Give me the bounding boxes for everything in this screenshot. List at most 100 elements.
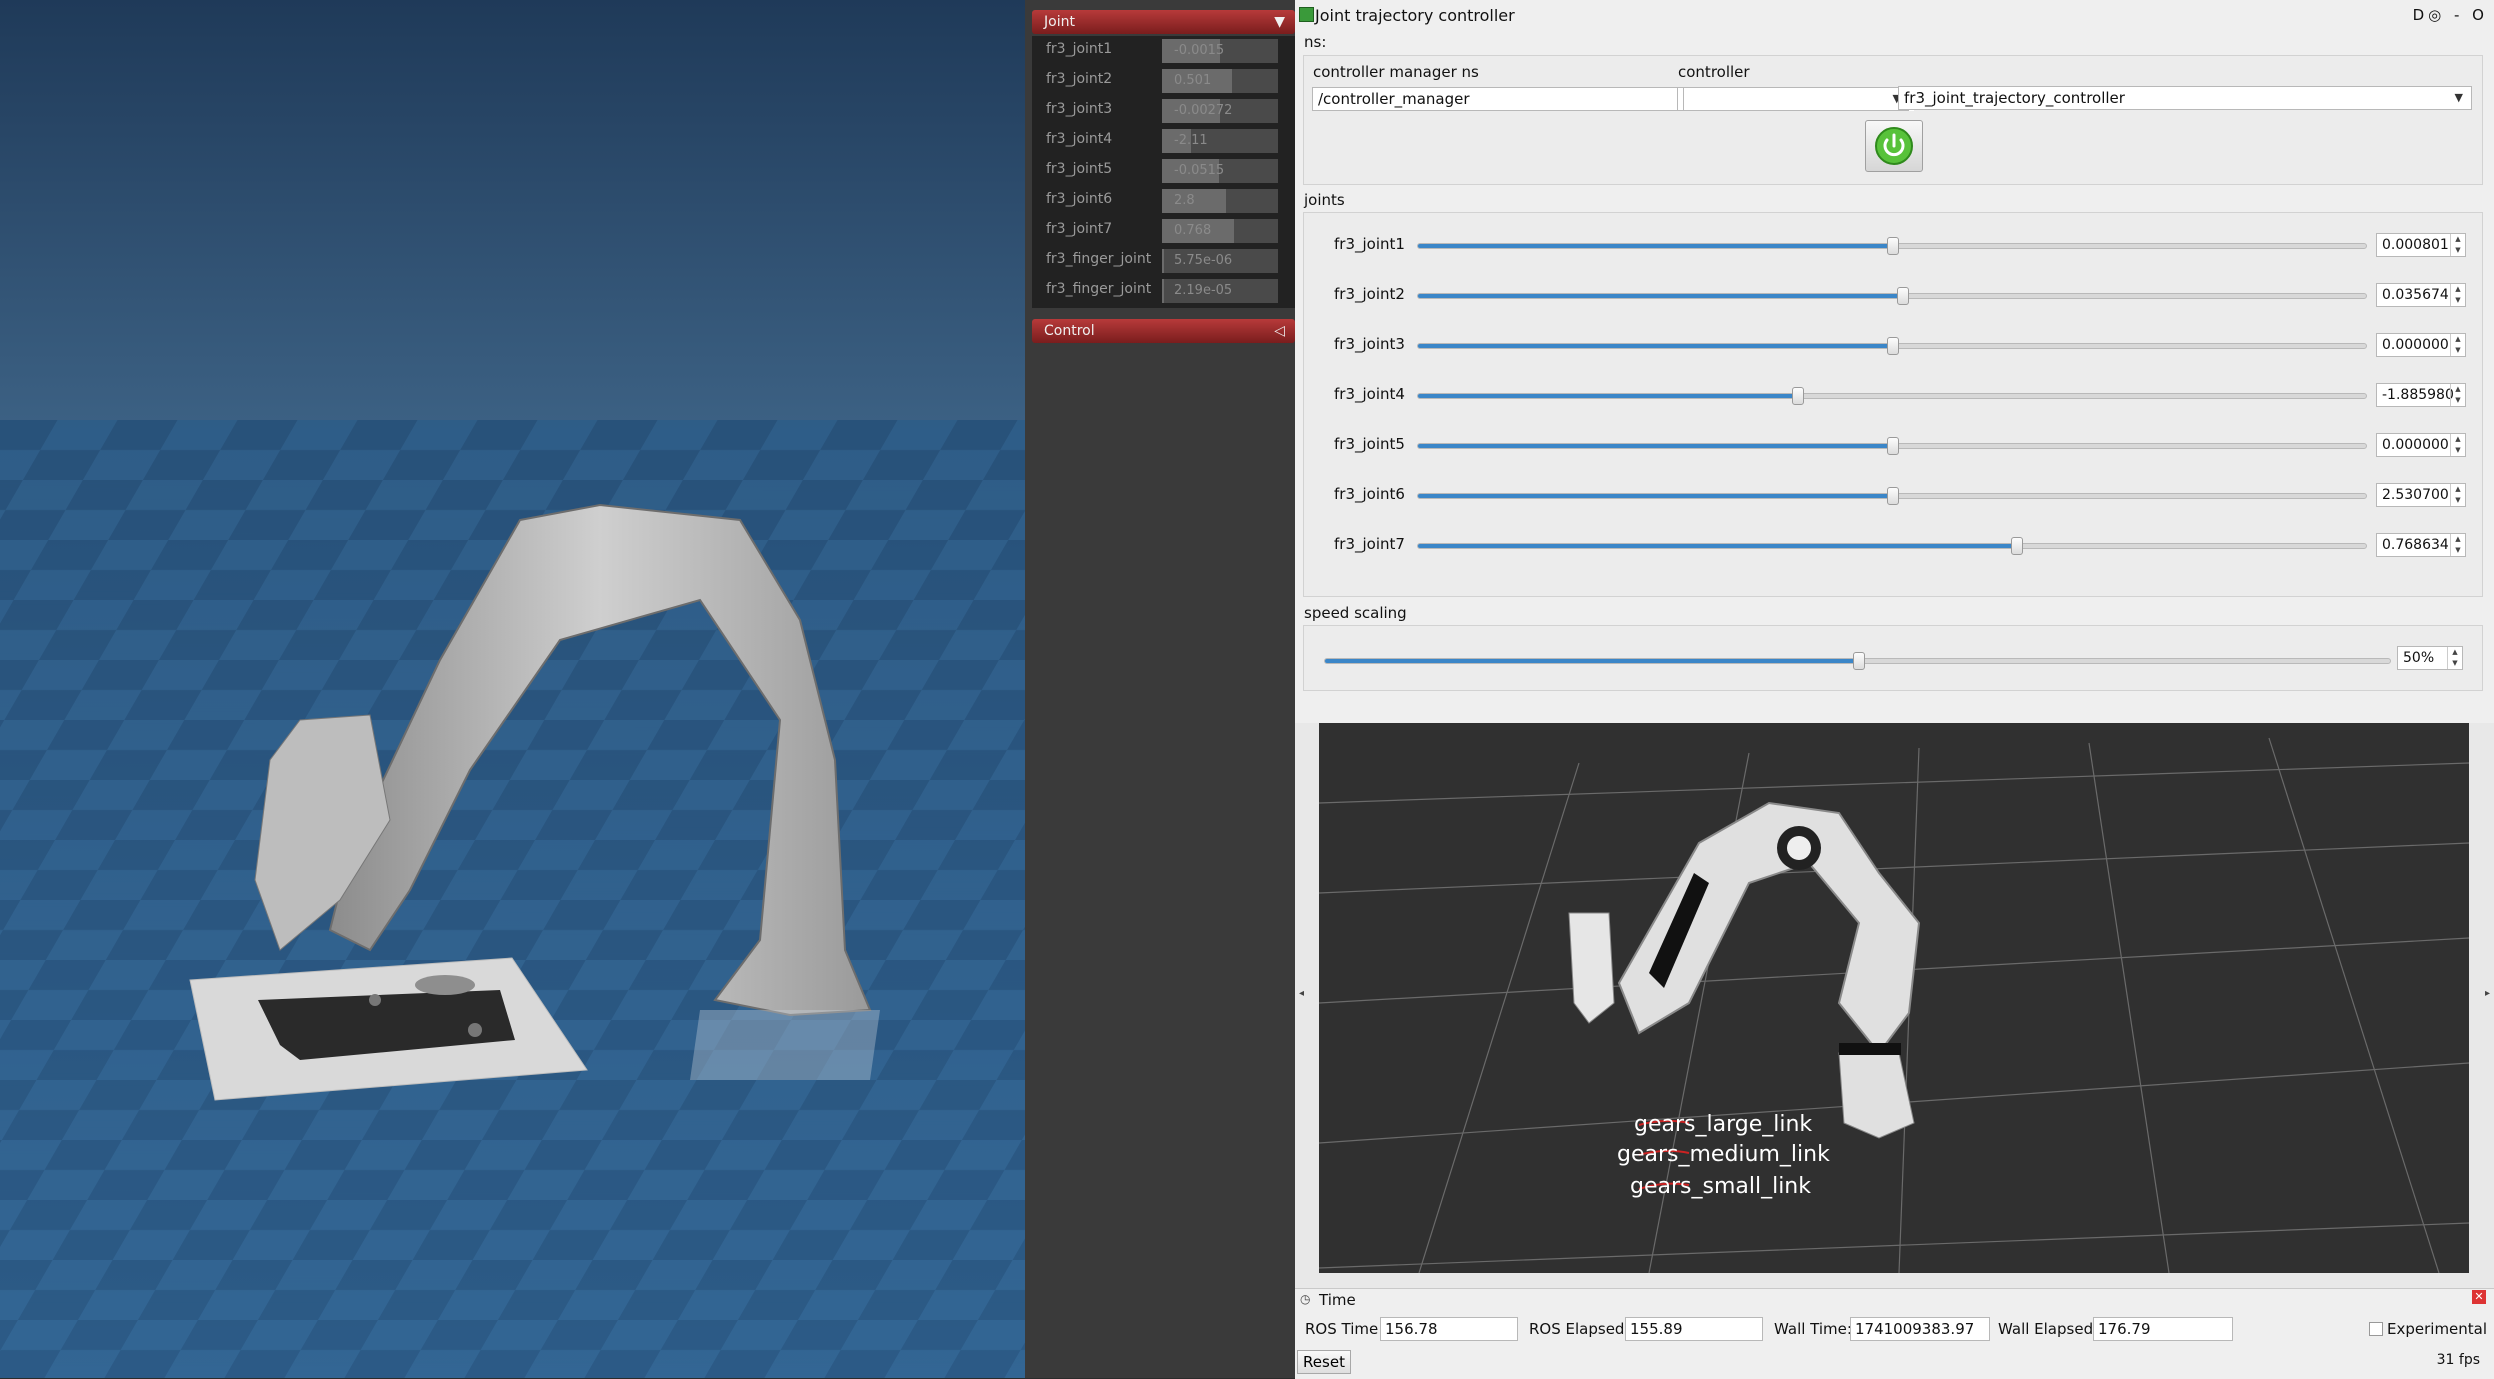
small-gear	[369, 994, 381, 1006]
mujoco-joint-value: -2.11	[1174, 133, 1208, 148]
joint-slider-fill	[1418, 244, 1893, 248]
joint-value-spinbox[interactable]: 0.000000 ▲ ▼	[2376, 433, 2466, 457]
collapse-right-icon[interactable]: ▸	[2485, 988, 2490, 999]
rqt-window: Joint trajectory controller D◎ - O ns: c…	[1295, 0, 2494, 1379]
close-icon[interactable]: ✕	[2472, 1290, 2486, 1304]
joint-panel-header[interactable]: Joint ▼	[1032, 10, 1295, 34]
wall-elapsed-label: Wall Elapsed:	[1998, 1320, 2099, 1338]
chevron-down-icon: ▼	[2454, 91, 2463, 104]
joint-slider-handle[interactable]	[1887, 487, 1899, 505]
controller-manager-label: controller manager ns	[1313, 63, 1479, 81]
joint-slider-handle[interactable]	[1887, 437, 1899, 455]
rviz-robot-arm	[1617, 801, 1921, 1055]
mujoco-joint-slider[interactable]: 2.19e-05	[1162, 279, 1278, 303]
collapse-left-icon[interactable]: ◂	[1299, 988, 1304, 999]
joint-slider[interactable]	[1417, 487, 2367, 505]
joint-slider[interactable]	[1417, 237, 2367, 255]
reset-button[interactable]: Reset	[1297, 1350, 1351, 1374]
mujoco-viewport[interactable]	[0, 0, 1025, 1378]
mujoco-joint-slider[interactable]: -0.00272	[1162, 99, 1278, 123]
mujoco-joint-value: -0.0015	[1174, 43, 1225, 58]
mujoco-joint-value: 5.75e-06	[1174, 253, 1233, 268]
ros-time-field[interactable]: 156.78	[1380, 1317, 1518, 1341]
joint-slider-handle[interactable]	[1887, 237, 1899, 255]
controller-combo[interactable]: fr3_joint_trajectory_controller ▼	[1898, 86, 2472, 110]
window-title: Joint trajectory controller	[1315, 6, 1515, 25]
joint-slider-handle[interactable]	[1897, 287, 1909, 305]
wall-time-value: 1741009383.97	[1855, 1320, 1975, 1338]
control-panel-header[interactable]: Control ◁	[1032, 319, 1295, 343]
large-gear	[415, 975, 475, 995]
mujoco-joint-label: fr3_joint1	[1046, 41, 1113, 57]
speed-scaling-groupbox: 50% ▲ ▼	[1303, 625, 2483, 691]
mujoco-joint-value: 0.501	[1174, 73, 1212, 88]
rviz-label-gears-small: gears_small_link	[1630, 1174, 1811, 1199]
mujoco-joint-slider[interactable]: -2.11	[1162, 129, 1278, 153]
spin-arrows-icon[interactable]: ▲ ▼	[2450, 434, 2465, 456]
window-titlebar[interactable]: Joint trajectory controller D◎ - O	[1295, 0, 2494, 30]
ns-label: ns:	[1304, 33, 1327, 51]
ros-elapsed-field[interactable]: 155.89	[1625, 1317, 1763, 1341]
joint-value: 0.000801	[2382, 237, 2449, 253]
spin-arrows-icon[interactable]: ▲ ▼	[2447, 647, 2462, 669]
rviz-gripper	[1568, 912, 1615, 1024]
rviz-base-band	[1839, 1043, 1901, 1055]
mujoco-joint-fill	[1162, 249, 1164, 273]
triangle-down-icon[interactable]: ▼	[1274, 10, 1285, 34]
joint-value-spinbox[interactable]: -1.885980 ▲ ▼	[2376, 383, 2466, 407]
mujoco-joint-slider[interactable]: 0.501	[1162, 69, 1278, 93]
joint-slider[interactable]	[1417, 437, 2367, 455]
spin-arrows-icon[interactable]: ▲ ▼	[2450, 534, 2465, 556]
controller-power-button[interactable]	[1865, 120, 1923, 172]
controller-manager-combo[interactable]: /controller_manager ▼	[1312, 87, 1910, 111]
mujoco-joint-row: fr3_finger_joint 2.19e-05	[1032, 276, 1295, 306]
joint-value-spinbox[interactable]: 0.035674 ▲ ▼	[2376, 283, 2466, 307]
clock-icon: ◷	[1300, 1292, 1311, 1306]
mujoco-joint-slider[interactable]: 0.768	[1162, 219, 1278, 243]
triangle-left-icon[interactable]: ◁	[1274, 319, 1285, 343]
wall-elapsed-field[interactable]: 176.79	[2093, 1317, 2233, 1341]
joint-slider[interactable]	[1417, 537, 2367, 555]
joint-value-spinbox[interactable]: 0.768634 ▲ ▼	[2376, 533, 2466, 557]
joint-slider-handle[interactable]	[1887, 337, 1899, 355]
joint-value: 0.000000	[2382, 437, 2449, 453]
rviz-3d-view[interactable]: gears_large_link gears_medium_link gears…	[1319, 723, 2469, 1273]
speed-scaling-slider[interactable]	[1324, 652, 2391, 670]
spin-arrows-icon[interactable]: ▲ ▼	[2450, 284, 2465, 306]
spin-arrows-icon[interactable]: ▲ ▼	[2450, 384, 2465, 406]
spin-arrows-icon[interactable]: ▲ ▼	[2450, 334, 2465, 356]
joint-label: fr3_joint2	[1334, 285, 1405, 303]
speed-scaling-handle[interactable]	[1853, 652, 1865, 670]
joint-slider-handle[interactable]	[1792, 387, 1804, 405]
joint-value-spinbox[interactable]: 2.530700 ▲ ▼	[2376, 483, 2466, 507]
window-controls[interactable]: D◎ - O	[2413, 6, 2488, 24]
joint-slider-fill	[1418, 494, 1893, 498]
joint-slider-fill	[1418, 294, 1903, 298]
mujoco-joint-slider[interactable]: -0.0515	[1162, 159, 1278, 183]
joint-value: -1.885980	[2382, 387, 2454, 403]
experimental-checkbox[interactable]	[2369, 1322, 2383, 1336]
spin-arrows-icon[interactable]: ▲ ▼	[2450, 234, 2465, 256]
joint-slider[interactable]	[1417, 287, 2367, 305]
mujoco-joint-slider[interactable]: 2.8	[1162, 189, 1278, 213]
rviz-panel: ◂ ▸ gears_large_link gears_medium_link g…	[1295, 723, 2494, 1288]
mujoco-joint-label: fr3_finger_joint	[1046, 281, 1152, 297]
joint-value-spinbox[interactable]: 0.000000 ▲ ▼	[2376, 333, 2466, 357]
control-panel-title: Control	[1044, 323, 1095, 339]
joint-value: 2.530700	[2382, 487, 2449, 503]
speed-scaling-spinbox[interactable]: 50% ▲ ▼	[2397, 646, 2463, 670]
joint-label: fr3_joint4	[1334, 385, 1405, 403]
mujoco-joint-slider[interactable]: -0.0015	[1162, 39, 1278, 63]
mujoco-joint-slider[interactable]: 5.75e-06	[1162, 249, 1278, 273]
joint-slider[interactable]	[1417, 387, 2367, 405]
wall-time-field[interactable]: 1741009383.97	[1850, 1317, 1990, 1341]
joint-value-spinbox[interactable]: 0.000801 ▲ ▼	[2376, 233, 2466, 257]
joint-label: fr3_joint7	[1334, 535, 1405, 553]
joint-panel-title: Joint	[1044, 14, 1075, 30]
joint-slider-handle[interactable]	[2011, 537, 2023, 555]
joint-slider[interactable]	[1417, 337, 2367, 355]
wall-elapsed-value: 176.79	[2098, 1320, 2151, 1338]
joints-label: joints	[1304, 191, 1345, 209]
joint-label: fr3_joint5	[1334, 435, 1405, 453]
spin-arrows-icon[interactable]: ▲ ▼	[2450, 484, 2465, 506]
